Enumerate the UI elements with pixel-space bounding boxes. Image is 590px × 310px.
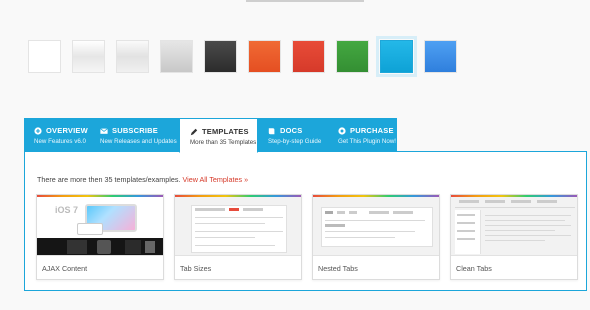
ajax-content-thumbnail: iOS 7 (37, 195, 163, 256)
template-card-label: Tab Sizes (180, 264, 212, 273)
template-card-label: AJAX Content (42, 264, 88, 273)
pencil-icon (190, 128, 198, 135)
clean-tabs-thumbnail (451, 195, 577, 256)
templates-intro-text: There are more then 35 templates/example… (37, 175, 181, 184)
tab-overview-title: OVERVIEW (46, 126, 88, 135)
template-cards: iOS 7 AJAX Content Tab Sizes Nested Tabs… (36, 194, 578, 280)
template-card-label: Clean Tabs (456, 264, 492, 273)
nested-tabs-thumbnail (313, 195, 439, 256)
swatch-gray[interactable] (160, 40, 193, 73)
color-swatches (28, 36, 457, 77)
swatch-light-gray[interactable] (72, 40, 105, 73)
tab-bar: OVERVIEW New Features v6.0 SUBSCRIBE New… (24, 118, 587, 153)
tab-templates-title: TEMPLATES (202, 127, 249, 136)
templates-intro: There are more then 35 templates/example… (37, 175, 248, 184)
tab-purchase-title: PURCHASE (350, 126, 394, 135)
book-icon (268, 127, 275, 134)
tab-overview[interactable]: OVERVIEW New Features v6.0 (24, 118, 99, 152)
swatch-black[interactable] (204, 40, 237, 73)
tab-subscribe-title: SUBSCRIBE (112, 126, 158, 135)
swatch-cyan[interactable] (376, 36, 417, 77)
template-card-tab-sizes[interactable]: Tab Sizes (174, 194, 302, 280)
tab-docs[interactable]: DOCS Step-by-step Guide (258, 118, 328, 152)
tab-templates[interactable]: TEMPLATES More than 35 Templates (179, 118, 258, 153)
plus-circle-icon (34, 126, 42, 135)
swatch-white[interactable] (28, 40, 61, 73)
circle-arrow-icon (338, 126, 346, 135)
top-divider (246, 0, 364, 2)
envelope-icon (100, 127, 108, 134)
swatch-silver[interactable] (116, 40, 149, 73)
templates-panel: There are more then 35 templates/example… (24, 151, 587, 291)
tab-templates-subtitle: More than 35 Templates (190, 139, 257, 146)
view-all-templates-link[interactable]: View All Templates » (182, 175, 248, 184)
tab-purchase-subtitle: Get This Plugin Now! (338, 138, 397, 145)
tab-docs-subtitle: Step-by-step Guide (268, 138, 322, 145)
template-card-clean-tabs[interactable]: Clean Tabs (450, 194, 578, 280)
tab-sizes-thumbnail (175, 195, 301, 256)
template-card-label: Nested Tabs (318, 264, 358, 273)
tab-subscribe[interactable]: SUBSCRIBE New Releases and Updates (90, 118, 179, 152)
swatch-red[interactable] (292, 40, 325, 73)
tab-docs-title: DOCS (280, 126, 303, 135)
swatch-green[interactable] (336, 40, 369, 73)
swatch-orange[interactable] (248, 40, 281, 73)
template-card-nested-tabs[interactable]: Nested Tabs (312, 194, 440, 280)
swatch-blue[interactable] (424, 40, 457, 73)
thumb-caption: iOS 7 (55, 205, 79, 215)
tab-subscribe-subtitle: New Releases and Updates (100, 138, 177, 145)
template-card-ajax-content[interactable]: iOS 7 AJAX Content (36, 194, 164, 280)
tab-purchase[interactable]: PURCHASE Get This Plugin Now! (328, 118, 397, 152)
